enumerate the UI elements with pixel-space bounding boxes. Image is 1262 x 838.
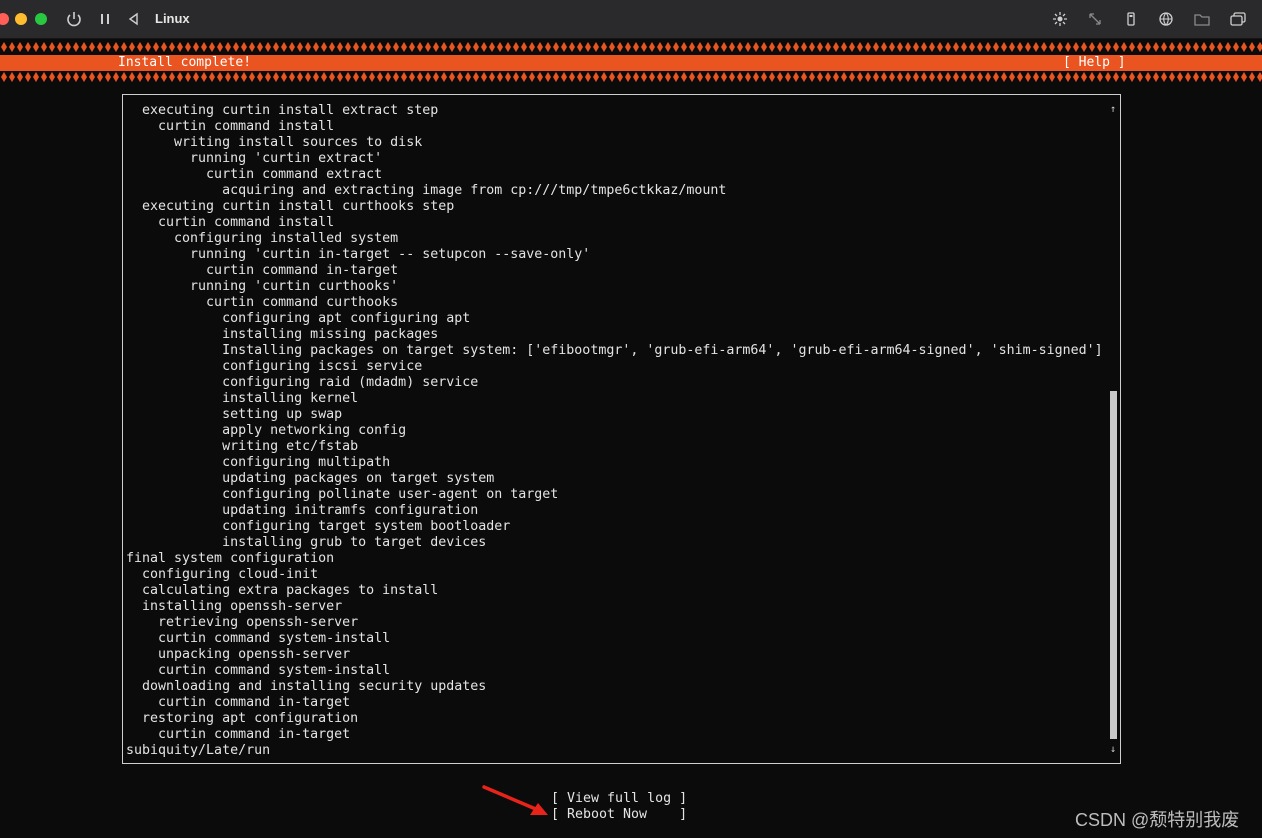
log-line: executing curtin install curthooks step [126,199,455,214]
log-line: configuring raid (mdadm) service [126,375,479,390]
installer-header: Install complete! [ Help ] [0,55,1262,71]
watermark: CSDN @颓特别我废 [1075,810,1240,830]
power-icon[interactable] [65,10,83,28]
log-line: curtin command in-target [126,695,351,710]
brightness-icon[interactable] [1051,10,1069,28]
log-line: configuring iscsi service [126,359,423,374]
log-line: configuring cloud-init [126,567,319,582]
header-pattern-top [0,42,1262,52]
window-titlebar: Linux [0,0,1262,39]
log-line: calculating extra packages to install [126,583,439,598]
pause-icon[interactable] [96,10,114,28]
window-icon[interactable] [1229,10,1247,28]
log-line: Installing packages on target system: ['… [126,343,1103,358]
view-full-log-button[interactable]: [ View full log ] [551,791,687,807]
log-line: apply networking config [126,423,407,438]
log-line: configuring pollinate user-agent on targ… [126,487,559,502]
log-line: curtin command in-target [126,727,351,742]
log-line: writing etc/fstab [126,439,359,454]
log-line: curtin command curthooks [126,295,399,310]
log-line: configuring installed system [126,231,399,246]
install-log-lines: executing curtin install extract step cu… [126,103,1103,759]
install-log-panel[interactable]: executing curtin install extract step cu… [122,94,1121,764]
scroll-down-arrow[interactable]: ↓ [1110,745,1116,755]
log-line: installing grub to target devices [126,535,487,550]
log-line: configuring apt configuring apt [126,311,471,326]
log-line: retrieving openssh-server [126,615,359,630]
log-line: curtin command system-install [126,663,391,678]
shared-folder-icon[interactable] [1193,10,1211,28]
scroll-up-arrow[interactable]: ↑ [1110,105,1116,115]
log-line: curtin command extract [126,167,383,182]
log-line: installing openssh-server [126,599,343,614]
log-line: acquiring and extracting image from cp:/… [126,183,727,198]
log-line: writing install sources to disk [126,135,423,150]
log-line: final system configuration [126,551,335,566]
page-title: Install complete! [118,55,252,70]
reboot-now-button[interactable]: [ Reboot Now ] [551,807,687,823]
log-line: running 'curtin curthooks' [126,279,399,294]
red-annotation-arrow-icon [482,785,548,815]
log-line: curtin command install [126,215,335,230]
log-line: setting up swap [126,407,343,422]
log-line: installing kernel [126,391,359,406]
minimize-window-button[interactable] [15,13,27,25]
log-line: configuring multipath [126,455,391,470]
log-line: updating initramfs configuration [126,503,479,518]
log-line: curtin command install [126,119,335,134]
log-line: updating packages on target system [126,471,495,486]
log-line: restoring apt configuration [126,711,359,726]
log-line: curtin command in-target [126,263,399,278]
window-title: Linux [155,11,190,26]
log-line: executing curtin install extract step [126,103,439,118]
help-button[interactable]: [ Help ] [1063,55,1126,71]
log-line: running 'curtin extract' [126,151,383,166]
network-icon[interactable] [1157,10,1175,28]
log-line: installing missing packages [126,327,439,342]
back-icon[interactable] [125,10,143,28]
log-line: downloading and installing security upda… [126,679,487,694]
usb-icon[interactable] [1122,10,1140,28]
log-line: unpacking openssh-server [126,647,351,662]
log-line: configuring target system bootloader [126,519,511,534]
log-line: subiquity/Late/run [126,743,271,758]
log-line: running 'curtin in-target -- setupcon --… [126,247,591,262]
log-line: curtin command system-install [126,631,391,646]
close-window-button[interactable] [0,13,9,25]
resize-icon[interactable] [1086,10,1104,28]
zoom-window-button[interactable] [35,13,47,25]
log-scrollbar-thumb[interactable] [1110,391,1117,739]
header-pattern-bottom [0,72,1262,82]
